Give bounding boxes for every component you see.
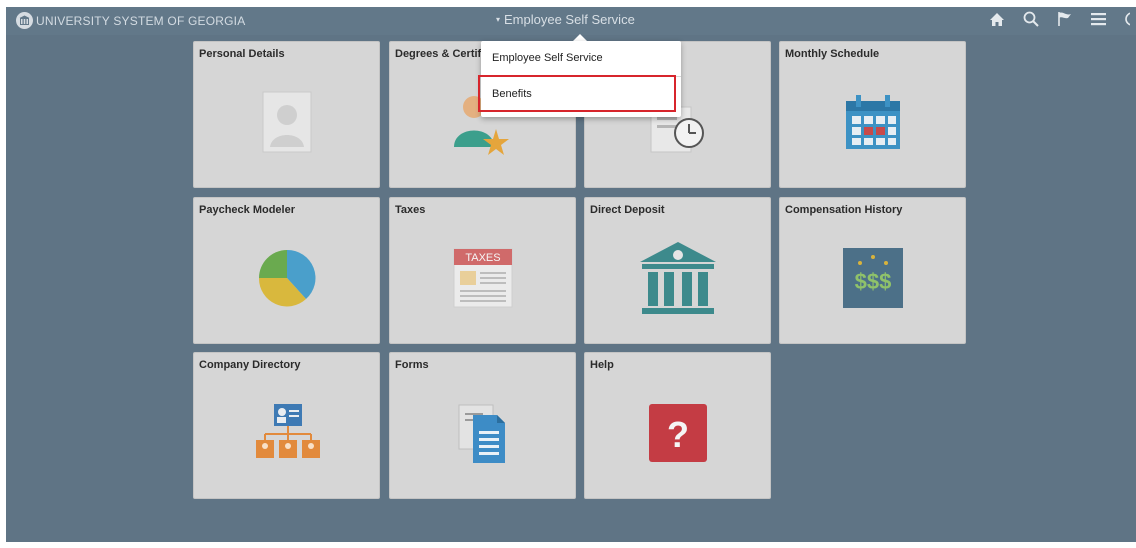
tile-paycheck-modeler[interactable]: Paycheck Modeler <box>193 197 380 344</box>
tile-title: Forms <box>395 359 429 371</box>
tile-monthly-schedule[interactable]: Monthly Schedule <box>779 41 966 188</box>
tile-company-directory[interactable]: Company Directory <box>193 352 380 499</box>
chevron-down-icon: ▾ <box>496 15 501 24</box>
org-name: UNIVERSITY SYSTEM OF GEORGIA <box>36 13 246 28</box>
top-navbar: UNIVERSITY SYSTEM OF GEORGIA ▾ Employee … <box>6 7 1136 35</box>
taxes-form-icon: TAXES <box>390 228 575 328</box>
highlight-box <box>478 75 676 112</box>
partial-circle-icon[interactable] <box>1124 11 1130 27</box>
tile-title: Personal Details <box>199 48 285 60</box>
person-placeholder-icon <box>194 72 379 172</box>
taxes-label: TAXES <box>465 252 500 264</box>
org-chart-icon <box>194 383 379 483</box>
tile-title: Direct Deposit <box>590 204 665 216</box>
nav-icons <box>989 11 1130 27</box>
page-title: Employee Self Service <box>504 12 635 27</box>
flag-icon[interactable] <box>1057 11 1073 27</box>
top-frame <box>0 0 1136 7</box>
help-question-mark: ? <box>667 414 689 455</box>
tile-title: Compensation History <box>785 204 903 216</box>
tile-title: Taxes <box>395 204 426 216</box>
tile-title: Company Directory <box>199 359 301 371</box>
left-frame <box>0 0 6 548</box>
bottom-frame <box>0 542 1136 548</box>
tile-title: Degrees & Certifi <box>395 48 485 60</box>
tile-direct-deposit[interactable]: Direct Deposit <box>584 197 771 344</box>
tile-title: Help <box>590 359 614 371</box>
seal-icon <box>16 12 33 29</box>
page-title-dropdown-toggle[interactable]: ▾ Employee Self Service <box>496 12 635 27</box>
tile-title: Paycheck Modeler <box>199 204 295 216</box>
tile-forms[interactable]: Forms <box>389 352 576 499</box>
menu-item-employee-self-service[interactable]: Employee Self Service <box>492 52 603 64</box>
bank-icon <box>585 228 770 328</box>
help-icon: ? <box>585 383 770 483</box>
tile-help[interactable]: Help ? <box>584 352 771 499</box>
tile-title: Monthly Schedule <box>785 48 880 60</box>
money-history-icon: $$$ <box>780 228 965 328</box>
title-dropdown-menu: Employee Self Service Benefits <box>478 41 681 117</box>
calendar-icon <box>780 72 965 172</box>
forms-icon <box>390 383 575 483</box>
menu-icon[interactable] <box>1091 12 1106 26</box>
tile-taxes[interactable]: Taxes TAXES <box>389 197 576 344</box>
dropdown-caret <box>573 34 587 41</box>
search-icon[interactable] <box>1023 11 1039 27</box>
home-icon[interactable] <box>989 12 1005 27</box>
tile-compensation-history[interactable]: Compensation History $$$ <box>779 197 966 344</box>
tile-personal-details[interactable]: Personal Details <box>193 41 380 188</box>
org-logo[interactable]: UNIVERSITY SYSTEM OF GEORGIA <box>16 12 245 29</box>
money-label: $$$ <box>854 269 891 294</box>
pie-chart-icon <box>194 228 379 328</box>
